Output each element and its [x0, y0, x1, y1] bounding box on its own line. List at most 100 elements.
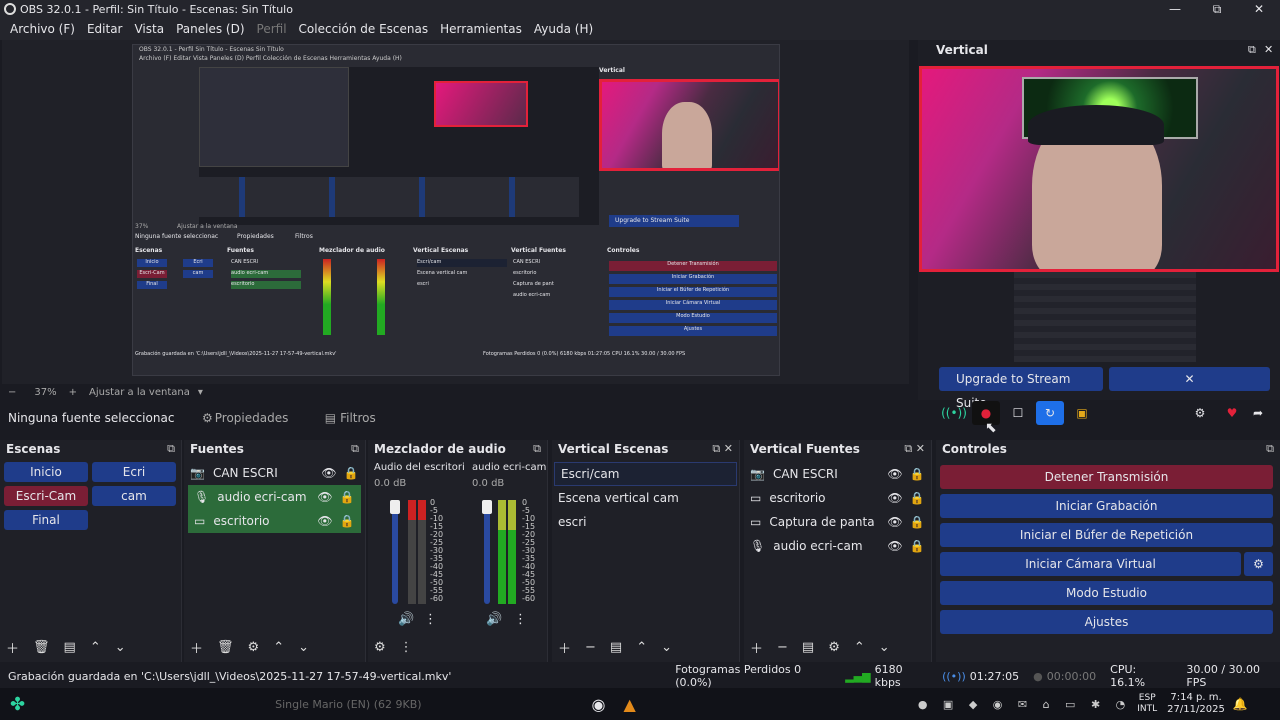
up-icon[interactable]: ⌃ [90, 640, 101, 655]
eye-icon[interactable]: 👁 [887, 539, 903, 553]
tray-icons[interactable]: ● ▣ ◆ ◉ ✉ ⌂ ▭ ✱ ◔ [918, 698, 1131, 711]
add-icon[interactable]: ＋ [750, 638, 763, 657]
trash-icon[interactable]: 🗑 [217, 640, 234, 655]
volume-slider-handle[interactable] [390, 500, 400, 514]
up-icon[interactable]: ⌃ [636, 640, 647, 655]
obs-taskbar-icon[interactable]: ◉ [592, 695, 606, 714]
eye-icon[interactable]: 👁 [317, 490, 333, 504]
kebab-menu-icon[interactable]: ⋮ [400, 640, 413, 655]
menu-coleccion[interactable]: Colección de Escenas [299, 22, 429, 36]
gear-icon[interactable]: ⚙ [248, 640, 260, 655]
zoom-chevron-down-icon[interactable]: ▾ [198, 387, 203, 398]
vscene-item[interactable]: escri [552, 510, 739, 534]
minimize-button[interactable]: — [1154, 0, 1196, 18]
kebab-menu-icon[interactable]: ⋮ [514, 612, 527, 627]
mixer-settings-icon[interactable]: ⚙ [374, 640, 386, 655]
studio-mode-button[interactable]: Modo Estudio [940, 581, 1273, 605]
up-icon[interactable]: ⌃ [273, 640, 284, 655]
share-icon[interactable]: ➦ [1244, 401, 1272, 425]
down-icon[interactable]: ⌄ [298, 640, 309, 655]
down-icon[interactable]: ⌄ [115, 640, 126, 655]
properties-button[interactable]: Propiedades [215, 411, 315, 425]
trash-icon[interactable]: 🗑 [33, 640, 50, 655]
eye-icon[interactable]: 👁 [887, 467, 903, 481]
remove-icon[interactable]: − [585, 640, 596, 655]
vscene-item[interactable]: Escena vertical cam [552, 486, 739, 510]
float-close-icons[interactable]: ⧉ ✕ [712, 442, 733, 456]
menu-herramientas[interactable]: Herramientas [440, 22, 522, 36]
down-icon[interactable]: ⌄ [879, 640, 890, 655]
filter-icon[interactable]: ▤ [64, 640, 76, 655]
upgrade-close-button[interactable]: ✕ [1109, 367, 1270, 391]
vertical-float-icon[interactable]: ⧉ [1248, 43, 1256, 57]
volume-slider-handle[interactable] [482, 500, 492, 514]
vsource-row[interactable]: ▭ Captura de panta 👁 🔒 [744, 510, 931, 534]
float-icon[interactable]: ⧉ [1266, 442, 1274, 456]
app-taskbar-icon[interactable]: ▲ [624, 695, 636, 714]
eye-icon[interactable]: 👁 [887, 515, 903, 529]
filter-icon[interactable]: ▤ [610, 640, 622, 655]
start-virtual-camera-button[interactable]: Iniciar Cámara Virtual [940, 552, 1241, 576]
start-recording-button[interactable]: Iniciar Grabación [940, 494, 1273, 518]
filters-button[interactable]: Filtros [340, 411, 376, 425]
start-replay-buffer-button[interactable]: Iniciar el Búfer de Repetición [940, 523, 1273, 547]
vertical-camera-preview[interactable] [919, 66, 1279, 272]
gear-icon[interactable]: ⚙ [828, 640, 840, 655]
source-row[interactable]: ▭ escritorio 👁 🔒 [188, 509, 361, 533]
menu-archivo[interactable]: Archivo (F) [10, 22, 75, 36]
clock[interactable]: 7:14 p. m. 27/11/2025 [1167, 692, 1225, 716]
menu-editar[interactable]: Editar [87, 22, 123, 36]
scene-cam[interactable]: cam [92, 486, 176, 506]
scene-final[interactable]: Final [4, 510, 88, 530]
float-icon[interactable]: ⧉ [167, 442, 175, 456]
remove-icon[interactable]: − [777, 640, 788, 655]
menu-perfil[interactable]: Perfil [257, 22, 287, 36]
speaker-icon[interactable]: 🔊 [398, 612, 414, 627]
virtualcam-icon[interactable]: ☐ [1004, 401, 1032, 425]
zoom-minus[interactable]: − [8, 387, 16, 398]
source-row[interactable]: 📷 CAN ESCRI 👁 🔒 [184, 461, 365, 485]
lock-icon[interactable]: 🔒 [909, 515, 925, 529]
screenshot-icon[interactable]: ▣ [1068, 401, 1096, 425]
lock-icon[interactable]: 🔒 [909, 467, 925, 481]
virtualcam-settings-icon[interactable]: ⚙ [1244, 552, 1273, 576]
stream-icon[interactable]: ((•)) [940, 401, 968, 425]
down-icon[interactable]: ⌄ [661, 640, 672, 655]
eye-icon[interactable]: 👁 [887, 491, 903, 505]
volume-slider[interactable] [484, 500, 490, 604]
close-window-button[interactable]: ✕ [1238, 0, 1280, 18]
float-icon[interactable]: ⧉ [351, 442, 359, 456]
vertical-close-icon[interactable]: ✕ [1264, 43, 1273, 56]
scene-inicio[interactable]: Inicio [4, 462, 88, 482]
lock-icon[interactable]: 🔒 [339, 490, 355, 504]
zoom-fit[interactable]: Ajustar a la ventana [89, 387, 190, 398]
zoom-plus[interactable]: + [69, 387, 77, 398]
add-icon[interactable]: ＋ [190, 638, 203, 657]
add-icon[interactable]: ＋ [6, 638, 19, 657]
heart-icon[interactable]: ♥ [1218, 401, 1246, 425]
scene-escri-cam[interactable]: Escri-Cam [4, 486, 88, 506]
maximize-button[interactable]: ⧉ [1196, 0, 1238, 18]
start-clover-icon[interactable]: ✤ [10, 694, 25, 715]
menu-paneles[interactable]: Paneles (D) [176, 22, 244, 36]
stop-stream-button[interactable]: Detener Transmisión [940, 465, 1273, 489]
scene-ecri[interactable]: Ecri [92, 462, 176, 482]
settings-button[interactable]: Ajustes [940, 610, 1273, 634]
kebab-menu-icon[interactable]: ⋮ [424, 612, 437, 627]
eye-icon[interactable]: 👁 [321, 466, 337, 480]
eye-icon[interactable]: 👁 [317, 514, 333, 528]
menu-vista[interactable]: Vista [134, 22, 164, 36]
replay-icon[interactable]: ↻ [1036, 401, 1064, 425]
lock-icon[interactable]: 🔒 [909, 491, 925, 505]
vsource-row[interactable]: 🎙 audio ecri-cam 👁 🔒 [744, 534, 931, 558]
add-icon[interactable]: ＋ [558, 638, 571, 657]
source-row[interactable]: 🎙 audio ecri-cam 👁 🔒 [188, 485, 361, 509]
volume-slider[interactable] [392, 500, 398, 604]
notification-icon[interactable]: 🔔 [1233, 697, 1248, 711]
float-close-icons[interactable]: ⧉ ✕ [904, 442, 925, 456]
menu-ayuda[interactable]: Ayuda (H) [534, 22, 593, 36]
vscene-item[interactable]: Escri/cam [554, 462, 737, 486]
lock-icon[interactable]: 🔒 [339, 514, 355, 528]
upgrade-stream-suite-button[interactable]: Upgrade to Stream Suite [939, 367, 1103, 410]
lock-icon[interactable]: 🔒 [909, 539, 925, 553]
